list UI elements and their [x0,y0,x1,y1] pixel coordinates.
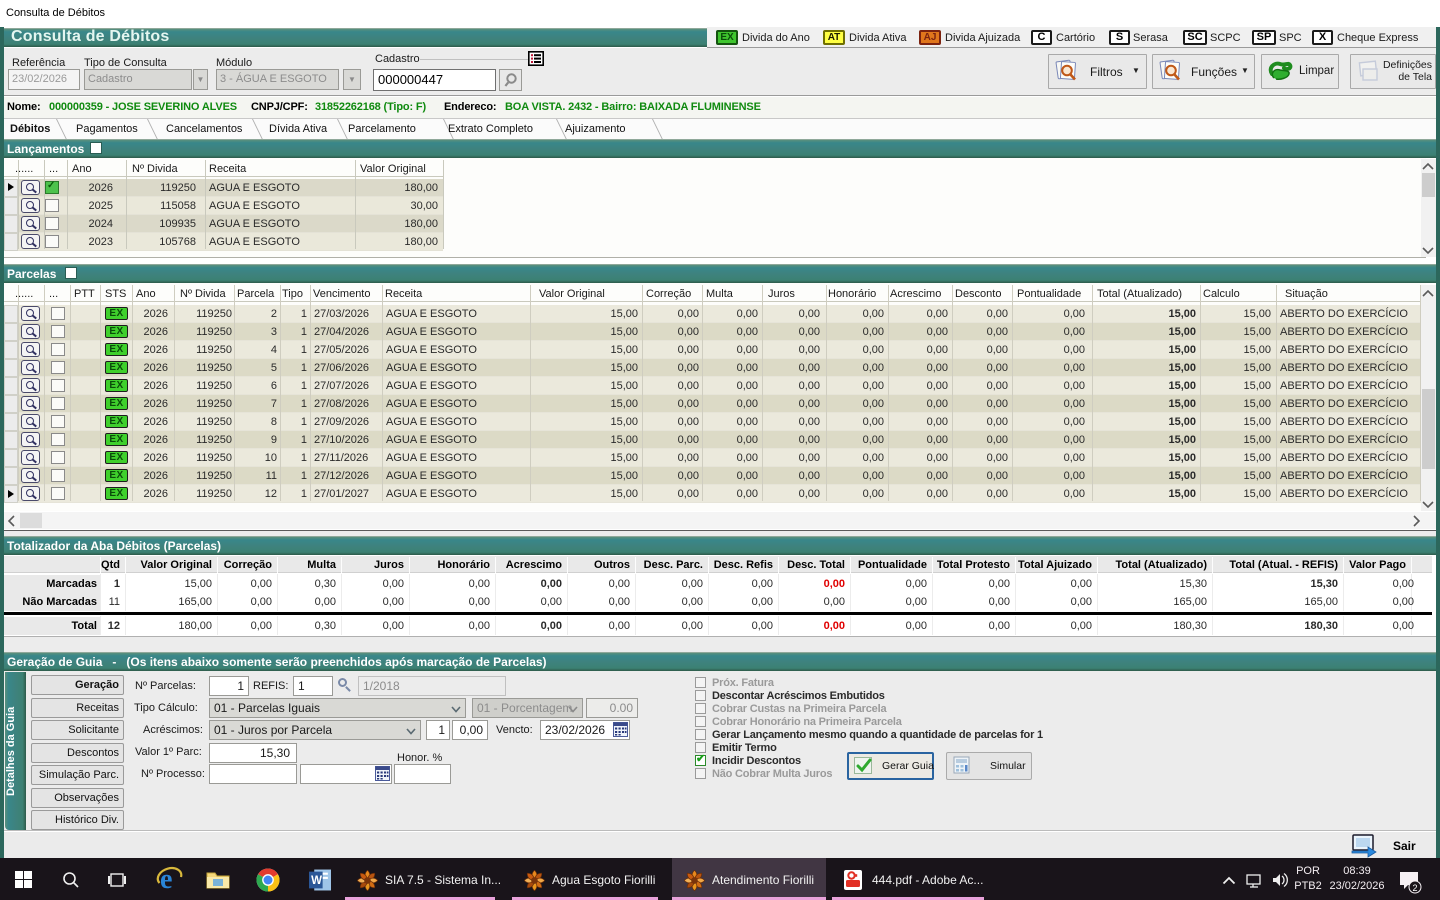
svg-text:2: 2 [1413,883,1418,893]
svg-text:W: W [311,875,322,887]
